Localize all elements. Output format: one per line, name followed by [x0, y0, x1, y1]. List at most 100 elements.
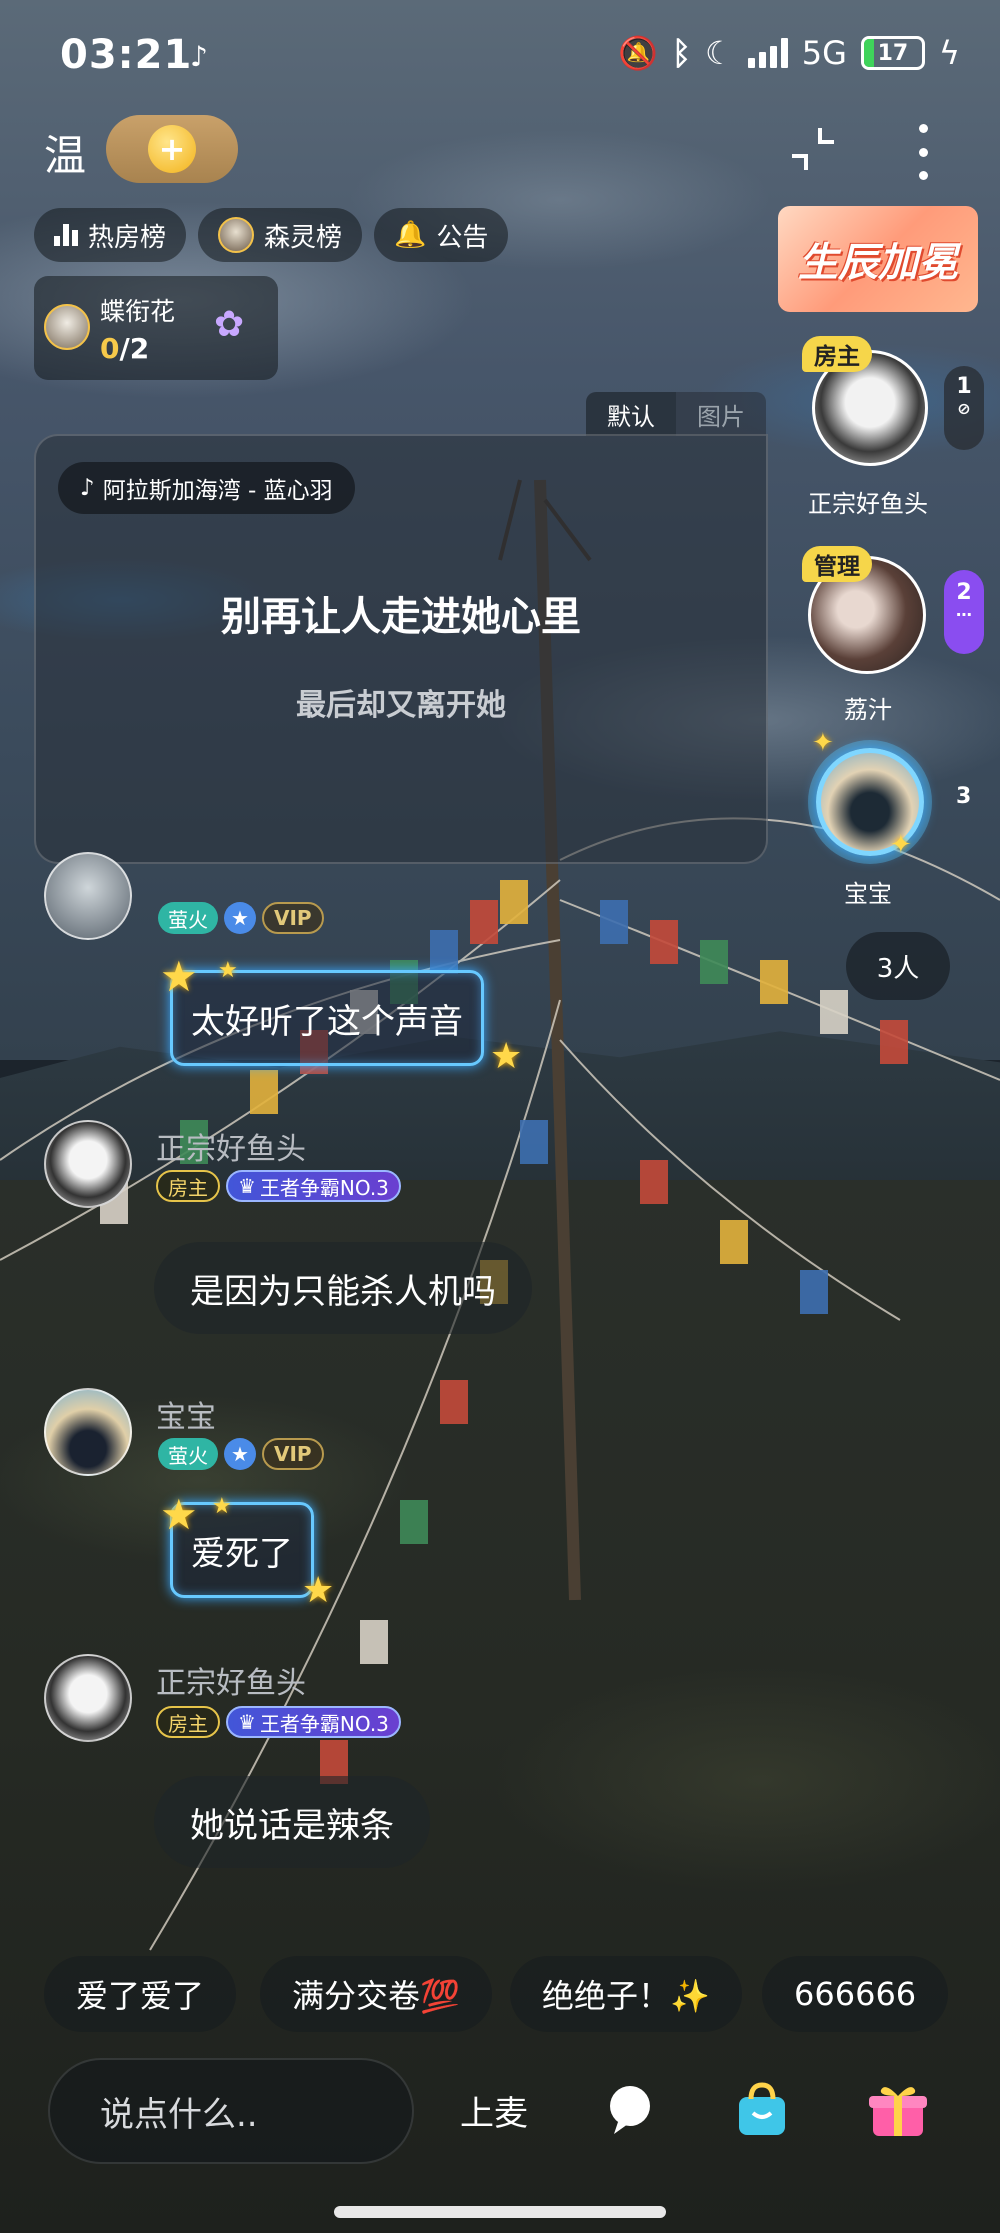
star-decor-icon: ★ — [490, 1036, 523, 1077]
quick-reply-chip[interactable]: 爱了爱了 — [44, 1956, 237, 2032]
mic-seat-admin[interactable]: 管理 荔汁 — [768, 546, 968, 726]
avatar-crown-icon — [218, 217, 255, 253]
mic-up-button[interactable]: 上麦 — [460, 2086, 528, 2135]
gift-task-card[interactable]: 蝶衔花 0/2 ✿ — [34, 276, 278, 380]
bell-icon: 🔔 — [394, 220, 427, 250]
task-name: 蝶衔花 — [100, 297, 176, 326]
task-avatar — [44, 304, 90, 350]
more-options-icon[interactable] — [908, 124, 938, 180]
message-text: 爱死了 — [191, 1533, 293, 1574]
tab-default[interactable]: 默认 — [586, 392, 676, 436]
crown-icon: ♛ — [238, 1710, 256, 1734]
chip-label: 森灵榜 — [264, 222, 343, 253]
music-note-icon: ♪ — [80, 475, 95, 501]
tab-image[interactable]: 图片 — [676, 392, 766, 436]
shop-button[interactable] — [726, 2074, 798, 2146]
avatar[interactable] — [44, 852, 132, 940]
shopping-bag-icon — [739, 2082, 785, 2135]
next-lyric: 最后却又离开她 — [296, 688, 506, 723]
avatar[interactable] — [44, 1388, 132, 1476]
song-title: 阿拉斯加海湾 - 蓝心羽 — [102, 478, 333, 504]
flower-gift-icon: ✿ — [214, 304, 245, 345]
star-decor-icon: ★ — [160, 1490, 198, 1539]
badge-firefly: 萤火 — [158, 902, 218, 934]
seat-number-1: 1 ⊘ — [944, 366, 984, 450]
birthday-banner[interactable]: 生辰加冕 — [778, 206, 978, 312]
chat-bubble: 太好听了这个声音 — [170, 970, 484, 1066]
message-text: 她说话是辣条 — [190, 1805, 394, 1846]
online-count-button[interactable]: 3人 — [846, 932, 950, 1000]
chip-label: 热房榜 — [88, 222, 167, 253]
star-level-icon: ★ — [224, 902, 256, 934]
star-decor-icon: ★ — [212, 1494, 232, 1519]
star-level-icon: ★ — [224, 1438, 256, 1470]
avatar[interactable] — [44, 1120, 132, 1208]
user-badges: 房主 ♛ 王者争霸NO.3 — [156, 1706, 401, 1738]
seat-name: 荔汁 — [844, 696, 892, 724]
announcement-chip[interactable]: 🔔 公告 — [374, 208, 509, 262]
mute-icon: 🔕 — [618, 34, 658, 72]
gift-box-icon — [869, 2087, 927, 2136]
seat-name: 宝宝 — [844, 880, 892, 908]
sparkle-icon: ✦ — [812, 728, 834, 758]
rank-chips: 热房榜 森灵榜 🔔 公告 — [34, 208, 509, 262]
chat-bubble: 她说话是辣条 — [154, 1776, 430, 1868]
status-bar: 03:21 ♪ 🔕 ᛒ ☾ 5G 17 ϟ — [0, 0, 1000, 110]
task-progress: 0/2 — [100, 332, 150, 365]
badge-host: 房主 — [156, 1706, 220, 1738]
network-type: 5G — [801, 34, 847, 72]
role-badge-host: 房主 — [802, 336, 872, 372]
badge-rank: ♛ 王者争霸NO.3 — [226, 1170, 401, 1202]
bar-chart-icon — [54, 224, 78, 246]
battery-level: 17 — [877, 40, 909, 66]
lyrics-tabs: 默认 图片 — [586, 392, 766, 436]
username[interactable]: 宝宝 — [156, 1392, 216, 1436]
current-lyric: 别再让人走进她心里 — [221, 594, 581, 640]
star-decor-icon: ★ — [218, 958, 238, 983]
speaking-dots-icon: ⋯ — [956, 605, 972, 624]
mic-seat-host[interactable]: 房主 正宗好鱼头 — [768, 336, 968, 518]
badge-host: 房主 — [156, 1170, 220, 1202]
message-text: 是因为只能杀人机吗 — [190, 1271, 496, 1312]
username[interactable]: 正宗好鱼头 — [156, 1658, 306, 1702]
quick-reply-bar: 爱了爱了 满分交卷💯 绝绝子！✨ 666666 — [0, 1956, 1000, 2032]
gift-button[interactable] — [862, 2074, 934, 2146]
charging-icon: ϟ — [938, 34, 960, 72]
quick-reply-chip[interactable]: 绝绝子！✨ — [510, 1956, 742, 2032]
mic-seat-3[interactable]: ✦ ✦ 宝宝 — [768, 728, 968, 914]
quick-reply-chip[interactable]: 满分交卷💯 — [260, 1956, 492, 2032]
avatar[interactable] — [44, 1654, 132, 1742]
hot-room-rank-chip[interactable]: 热房榜 — [34, 208, 187, 262]
quick-reply-chip[interactable]: 666666 — [762, 1956, 949, 2032]
emoji-button[interactable] — [594, 2074, 666, 2146]
now-playing-song[interactable]: ♪ 阿拉斯加海湾 - 蓝心羽 — [58, 462, 355, 514]
room-name[interactable]: 温 — [44, 122, 86, 183]
tiktok-notification-icon: ♪ — [190, 40, 208, 73]
plus-coin-icon: + — [148, 125, 196, 173]
crown-icon: ♛ — [238, 1174, 256, 1198]
signal-icon — [747, 38, 788, 68]
seat-number-2: 2 ⋯ — [944, 570, 984, 654]
minimize-icon[interactable] — [788, 124, 838, 174]
chat-input[interactable]: 说点什么.. — [48, 2058, 414, 2164]
bluetooth-icon: ᛒ — [671, 34, 692, 72]
banner-text: 生辰加冕 — [798, 240, 958, 286]
home-indicator[interactable] — [334, 2206, 666, 2218]
role-badge-admin: 管理 — [802, 546, 872, 582]
seat-number-3: 3 — [956, 784, 972, 809]
chat-emoji-icon — [610, 2086, 650, 2134]
sparkle-icon: ✦ — [890, 830, 912, 860]
badge-firefly: 萤火 — [158, 1438, 218, 1470]
user-badges: 萤火 ★ VIP — [158, 1438, 324, 1470]
user-badges: 房主 ♛ 王者争霸NO.3 — [156, 1170, 401, 1202]
add-favorite-button[interactable]: + — [106, 115, 238, 183]
username[interactable]: 正宗好鱼头 — [156, 1124, 306, 1168]
chip-label: 公告 — [436, 222, 489, 253]
dnd-moon-icon: ☾ — [705, 34, 734, 72]
forest-rank-chip[interactable]: 森灵榜 — [198, 208, 363, 262]
seat-name: 正宗好鱼头 — [808, 490, 928, 518]
mic-muted-icon: ⊘ — [957, 399, 971, 418]
battery-icon: 17 — [860, 36, 925, 70]
lyrics-panel: ♪ 阿拉斯加海湾 - 蓝心羽 别再让人走进她心里 最后却又离开她 — [34, 434, 768, 864]
badge-vip: VIP — [262, 902, 324, 934]
